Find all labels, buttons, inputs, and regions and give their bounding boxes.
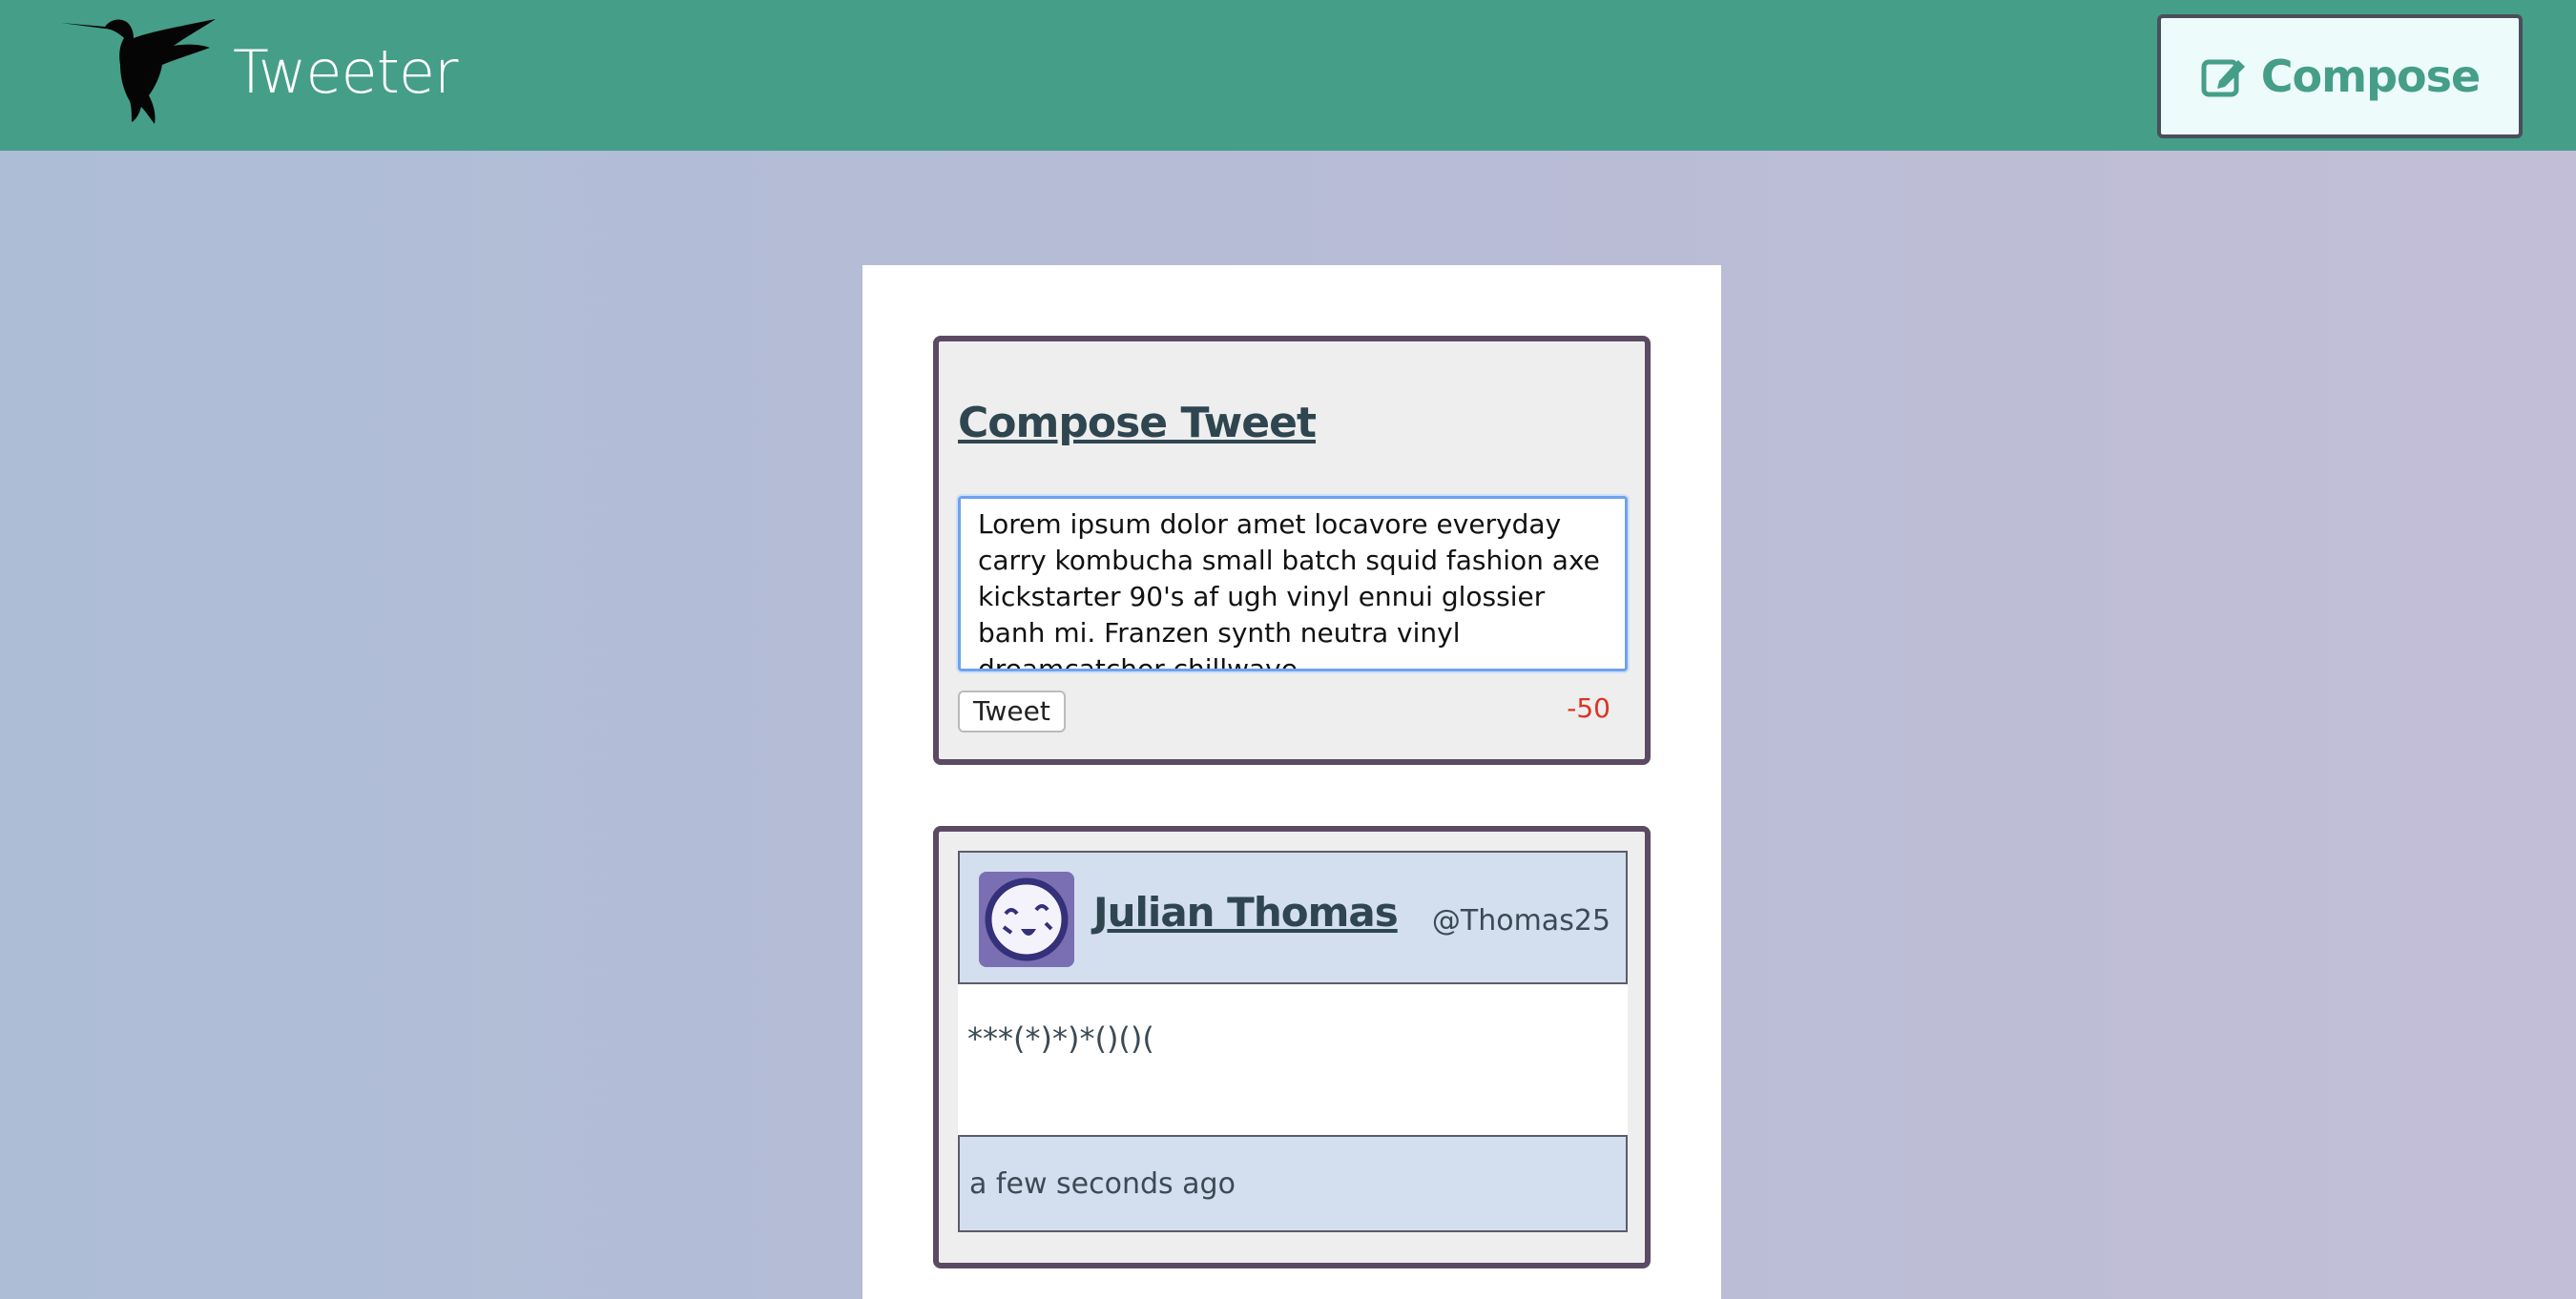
tweet-timestamp: a few seconds ago <box>969 1167 1236 1201</box>
edit-icon <box>2201 59 2245 97</box>
top-navbar: Tweeter Compose <box>0 0 2576 151</box>
tweet-author-handle: @Thomas25 <box>1431 904 1610 938</box>
compose-title: Compose Tweet <box>958 399 1317 447</box>
avatar-icon <box>979 872 1074 967</box>
tweet-footer: a few seconds ago <box>958 1135 1628 1232</box>
tweet-header: Julian Thomas @Thomas25 <box>958 851 1628 984</box>
tweet-card: Julian Thomas @Thomas25 ***(*)*)*()()( a… <box>933 826 1651 1268</box>
tweet-submit-button[interactable]: Tweet <box>958 691 1066 732</box>
brand-title: Tweeter <box>233 37 459 107</box>
tweet-content: ***(*)*)*()()( <box>967 1021 1154 1057</box>
tweet-author-name[interactable]: Julian Thomas <box>1093 889 1399 936</box>
tweet-textarea[interactable]: Lorem ipsum dolor amet locavore everyday… <box>958 496 1628 671</box>
main-container: Compose Tweet Lorem ipsum dolor amet loc… <box>862 265 1721 1299</box>
hummingbird-logo-icon <box>61 19 216 124</box>
compose-tweet-panel: Compose Tweet Lorem ipsum dolor amet loc… <box>933 336 1651 765</box>
character-counter: -50 <box>1567 692 1610 724</box>
compose-nav-label: Compose <box>2260 51 2481 102</box>
tweet-body: ***(*)*)*()()( <box>958 984 1628 1135</box>
compose-nav-button[interactable]: Compose <box>2157 14 2523 138</box>
